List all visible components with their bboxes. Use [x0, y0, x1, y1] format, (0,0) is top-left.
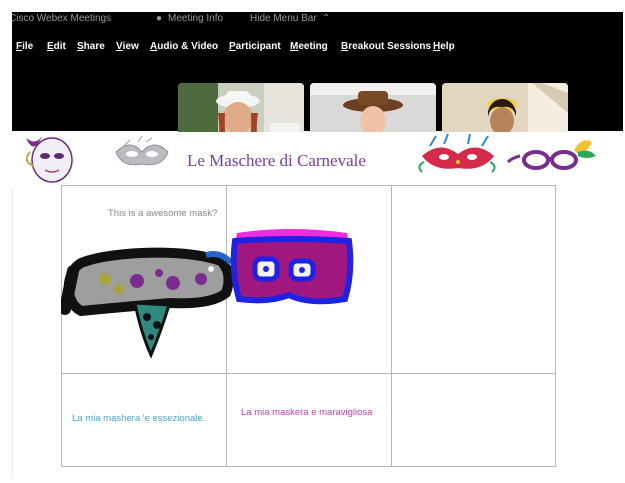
hide-menu-bar-button[interactable]: Hide Menu Bar — [250, 12, 317, 26]
menu-bar: File Edit Share View Audio & Video Parti… — [12, 26, 623, 154]
purple-glasses-mask-icon — [506, 140, 596, 170]
banner-title: Le Maschere di Carnevale — [187, 151, 366, 170]
menu-help[interactable]: Help — [433, 41, 455, 53]
menu-breakout-sessions[interactable]: Breakout Sessions — [341, 41, 431, 53]
menu-participant[interactable]: Participant — [229, 41, 281, 53]
app-title: Cisco Webex Meetings — [12, 13, 112, 24]
grid-cell-6[interactable] — [391, 373, 556, 467]
silver-mask-icon — [115, 135, 169, 166]
menu-meeting[interactable]: Meeting — [290, 41, 328, 53]
menu-file[interactable]: File — [16, 41, 33, 53]
cell-4-caption: La mia mashera 'e essezionale. — [72, 413, 206, 424]
jester-mask-icon — [25, 136, 73, 183]
cell-5-caption: La mia maskera e maravigliosa — [241, 407, 373, 418]
window-titlebar: Cisco Webex Meetings ● Meeting Info Hide… — [12, 12, 623, 26]
feather-mask-icon — [418, 133, 496, 173]
menu-edit[interactable]: Edit — [47, 41, 66, 53]
grid-cell-3[interactable] — [391, 185, 556, 374]
info-icon[interactable]: ● — [156, 12, 162, 26]
menu-view[interactable]: View — [116, 41, 139, 53]
cell-1-caption: This is a awesome mask? — [108, 208, 218, 219]
meeting-info-button[interactable]: Meeting Info — [168, 12, 223, 26]
left-edge-line — [12, 188, 13, 478]
whiteboard-grid[interactable]: This is a awesome mask? La mia mashera '… — [61, 185, 556, 467]
grid-cell-5[interactable] — [226, 373, 392, 467]
chevron-up-icon[interactable]: ⌃ — [322, 12, 330, 26]
menu-audio-video[interactable]: Audio & Video — [150, 41, 218, 53]
mask-drawing-1 — [61, 247, 234, 359]
menu-share[interactable]: Share — [77, 41, 105, 53]
mask-drawing-2 — [230, 229, 354, 305]
